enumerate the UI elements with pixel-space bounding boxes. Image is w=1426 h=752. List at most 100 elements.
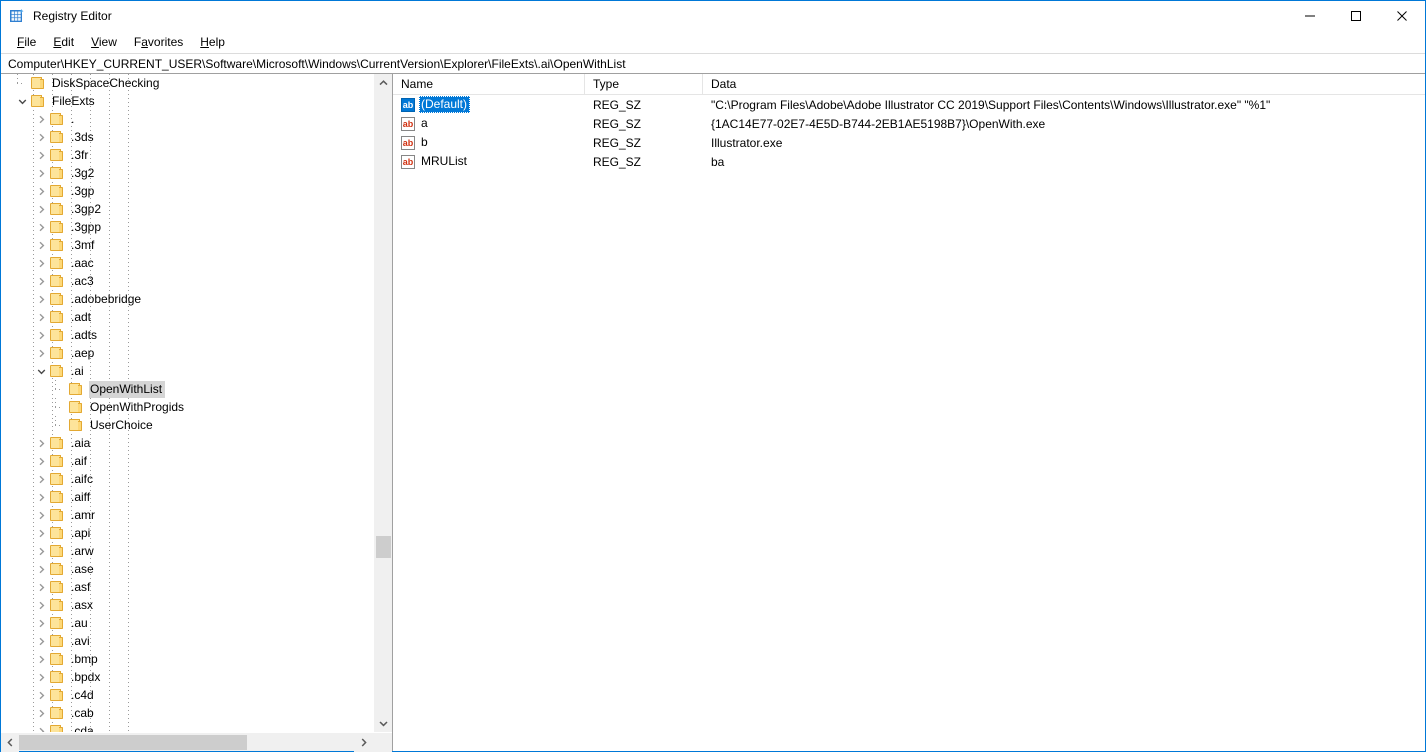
- expand-chevron-icon[interactable]: [33, 182, 49, 200]
- tree-node[interactable]: .3gp: [1, 182, 373, 200]
- expand-chevron-icon[interactable]: [33, 470, 49, 488]
- tree-scroll-up-button[interactable]: [374, 74, 392, 92]
- minimize-button[interactable]: [1287, 1, 1333, 31]
- menu-help[interactable]: Help: [192, 33, 234, 52]
- tree-node[interactable]: .adobebridge: [1, 290, 373, 308]
- value-name-cell[interactable]: ab a: [393, 115, 585, 132]
- tree-node[interactable]: .3mf: [1, 236, 373, 254]
- value-name-cell[interactable]: ab MRUList: [393, 153, 585, 170]
- expand-chevron-icon[interactable]: [33, 650, 49, 668]
- expand-chevron-icon[interactable]: [33, 542, 49, 560]
- expand-chevron-icon[interactable]: [33, 632, 49, 650]
- column-header-type[interactable]: Type: [585, 74, 703, 94]
- tree-node[interactable]: .asx: [1, 596, 373, 614]
- expand-chevron-icon[interactable]: [33, 290, 49, 308]
- tree-node[interactable]: .3gp2: [1, 200, 373, 218]
- tree-node[interactable]: .cab: [1, 704, 373, 722]
- collapse-chevron-icon[interactable]: [33, 362, 49, 380]
- tree-node[interactable]: .ase: [1, 560, 373, 578]
- tree-node[interactable]: .aif: [1, 452, 373, 470]
- menu-view[interactable]: View: [83, 33, 126, 52]
- value-row-selected[interactable]: ab (Default) REG_SZ "C:\Program Files\Adobe…: [393, 95, 1425, 114]
- tree-node[interactable]: .cda: [1, 722, 373, 732]
- tree-node[interactable]: .au: [1, 614, 373, 632]
- tree-node[interactable]: .adts: [1, 326, 373, 344]
- expand-chevron-icon[interactable]: [33, 560, 49, 578]
- expand-chevron-icon[interactable]: [33, 164, 49, 182]
- value-name-cell[interactable]: ab b: [393, 134, 585, 151]
- tree-node-selected[interactable]: OpenWithList: [1, 380, 373, 398]
- expand-chevron-icon[interactable]: [33, 596, 49, 614]
- value-row[interactable]: ab a REG_SZ {1AC14E77-02E7-4E5D-B744-2EB1AE…: [393, 114, 1425, 133]
- expand-chevron-icon[interactable]: [33, 434, 49, 452]
- expand-chevron-icon[interactable]: [33, 524, 49, 542]
- expand-chevron-icon[interactable]: [33, 344, 49, 362]
- expand-chevron-icon[interactable]: [33, 128, 49, 146]
- tree-node[interactable]: .arw: [1, 542, 373, 560]
- tree-node[interactable]: UserChoice: [1, 416, 373, 434]
- tree-node[interactable]: .adt: [1, 308, 373, 326]
- tree-vscroll-track[interactable]: [374, 92, 392, 714]
- tree-node[interactable]: .api: [1, 524, 373, 542]
- tree-node[interactable]: .amr: [1, 506, 373, 524]
- expand-chevron-icon[interactable]: [33, 218, 49, 236]
- expand-chevron-icon[interactable]: [33, 686, 49, 704]
- value-name-cell[interactable]: ab (Default): [393, 96, 585, 113]
- tree-node[interactable]: .asf: [1, 578, 373, 596]
- expand-chevron-icon[interactable]: [33, 308, 49, 326]
- tree-node[interactable]: .bpdx: [1, 668, 373, 686]
- tree-node[interactable]: .3gpp: [1, 218, 373, 236]
- expand-chevron-icon[interactable]: [33, 506, 49, 524]
- tree-node[interactable]: .3fr: [1, 146, 373, 164]
- tree-node[interactable]: .aiff: [1, 488, 373, 506]
- tree-node[interactable]: .aep: [1, 344, 373, 362]
- value-row[interactable]: ab b REG_SZ Illustrator.exe: [393, 133, 1425, 152]
- expand-chevron-icon[interactable]: [33, 452, 49, 470]
- tree-scroll-right-button[interactable]: [354, 733, 372, 752]
- address-bar[interactable]: Computer\HKEY_CURRENT_USER\Software\Micr…: [1, 53, 1425, 74]
- expand-chevron-icon[interactable]: [33, 704, 49, 722]
- value-row[interactable]: ab MRUList REG_SZ ba: [393, 152, 1425, 171]
- menu-edit[interactable]: Edit: [45, 33, 83, 52]
- close-button[interactable]: [1379, 1, 1425, 31]
- tree-node[interactable]: .ai: [1, 362, 373, 380]
- menu-favorites[interactable]: Favorites: [126, 33, 192, 52]
- expand-chevron-icon[interactable]: [33, 200, 49, 218]
- expand-chevron-icon[interactable]: [33, 578, 49, 596]
- expand-chevron-icon[interactable]: [33, 326, 49, 344]
- tree-viewport[interactable]: DiskSpaceChecking FileExts. .3ds .3fr .3g2 .3…: [1, 74, 373, 732]
- tree-scroll-down-button[interactable]: [374, 714, 392, 732]
- column-header-data[interactable]: Data: [703, 74, 1425, 94]
- tree-hscroll-thumb[interactable]: [19, 735, 247, 750]
- expand-chevron-icon[interactable]: [33, 722, 49, 732]
- tree-node[interactable]: .bmp: [1, 650, 373, 668]
- tree-vscroll-thumb[interactable]: [376, 536, 391, 558]
- tree-vertical-scrollbar[interactable]: [373, 74, 392, 732]
- tree-node[interactable]: .3g2: [1, 164, 373, 182]
- maximize-button[interactable]: [1333, 1, 1379, 31]
- tree-node[interactable]: .aac: [1, 254, 373, 272]
- expand-chevron-icon[interactable]: [33, 254, 49, 272]
- tree-node[interactable]: FileExts: [1, 92, 373, 110]
- tree-node[interactable]: .aia: [1, 434, 373, 452]
- tree-node[interactable]: .: [1, 110, 373, 128]
- expand-chevron-icon[interactable]: [33, 272, 49, 290]
- column-header-name[interactable]: Name: [393, 74, 585, 94]
- tree-horizontal-scrollbar[interactable]: [1, 732, 392, 752]
- expand-chevron-icon[interactable]: [33, 614, 49, 632]
- collapse-chevron-icon[interactable]: [14, 92, 30, 110]
- expand-chevron-icon[interactable]: [33, 668, 49, 686]
- expand-chevron-icon[interactable]: [33, 146, 49, 164]
- tree-node[interactable]: .aifc: [1, 470, 373, 488]
- expand-chevron-icon[interactable]: [33, 236, 49, 254]
- tree-node[interactable]: .c4d: [1, 686, 373, 704]
- tree-node[interactable]: DiskSpaceChecking: [1, 74, 373, 92]
- tree-scroll-left-button[interactable]: [1, 733, 19, 752]
- tree-node[interactable]: .ac3: [1, 272, 373, 290]
- tree-node[interactable]: .3ds: [1, 128, 373, 146]
- expand-chevron-icon[interactable]: [33, 488, 49, 506]
- tree-node[interactable]: OpenWithProgids: [1, 398, 373, 416]
- menu-file[interactable]: File: [9, 33, 45, 52]
- expand-chevron-icon[interactable]: [33, 110, 49, 128]
- tree-node[interactable]: .avi: [1, 632, 373, 650]
